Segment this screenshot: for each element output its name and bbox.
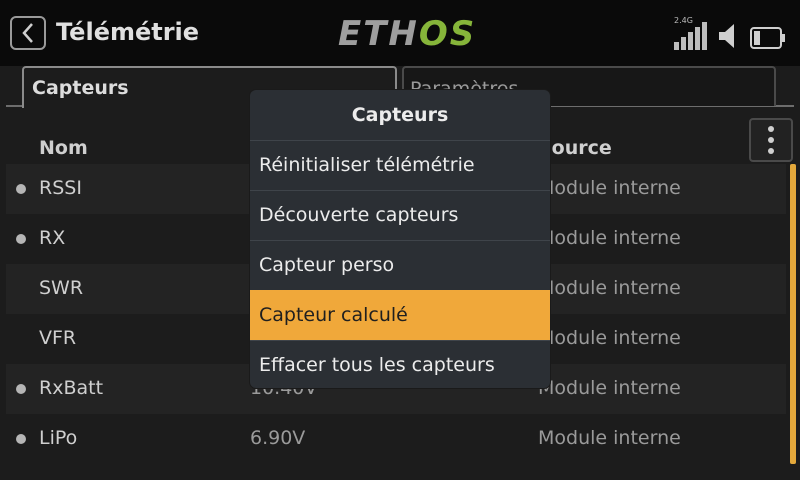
table-row[interactable]: LiPo 6.90V Module interne [6,414,786,464]
speaker-icon[interactable] [718,22,740,50]
column-header-name: Nom [39,137,88,159]
status-icons: 2.4G [674,16,786,50]
status-dot [16,234,26,244]
sensor-name: VFR [39,327,77,349]
status-dot [16,384,26,394]
menu-item-reset-telemetry[interactable]: Réinitialiser télémétrie [250,140,550,190]
page-title: Télémétrie [56,18,200,46]
sensor-source: Module interne [538,177,681,199]
ethos-logo: ETHOS [338,14,476,54]
sensor-source: Module interne [538,427,681,449]
sensor-name: RxBatt [39,377,104,399]
popup-title: Capteurs [351,104,449,126]
sensor-source: Module interne [538,377,681,399]
logo-part-os: OS [418,14,477,54]
sensors-popup-menu: Capteurs Réinitialiser télémétrie Découv… [250,90,550,388]
menu-item-delete-all-sensors[interactable]: Effacer tous les capteurs [250,340,550,388]
logo-part-eth: ETH [338,14,419,54]
battery-icon [750,27,785,49]
kebab-menu-icon[interactable] [749,118,793,162]
sensor-name: SWR [39,277,84,299]
sensor-name: LiPo [39,427,78,449]
sensor-source: Module interne [538,327,681,349]
sensor-value: 6.90V [250,427,306,449]
chevron-left-icon [22,23,33,43]
sensor-source: Module interne [538,227,681,249]
scrollbar-thumb[interactable] [790,164,796,464]
menu-item-discover-sensors[interactable]: Découverte capteurs [250,190,550,240]
sensor-name: RX [39,227,66,249]
signal-bars-icon: 2.4G [674,16,708,50]
sensor-source: Module interne [538,277,681,299]
menu-item-calculated-sensor[interactable]: Capteur calculé [250,290,550,340]
menu-item-custom-sensor[interactable]: Capteur perso [250,240,550,290]
sensor-name: RSSI [39,177,82,199]
signal-frequency-label: 2.4G [674,16,693,25]
top-bar: Télémétrie ETHOS 2.4G [0,0,800,66]
status-dot [16,184,26,194]
tab-capteurs-label: Capteurs [32,77,129,99]
status-dot [16,434,26,444]
back-button[interactable] [10,16,46,50]
